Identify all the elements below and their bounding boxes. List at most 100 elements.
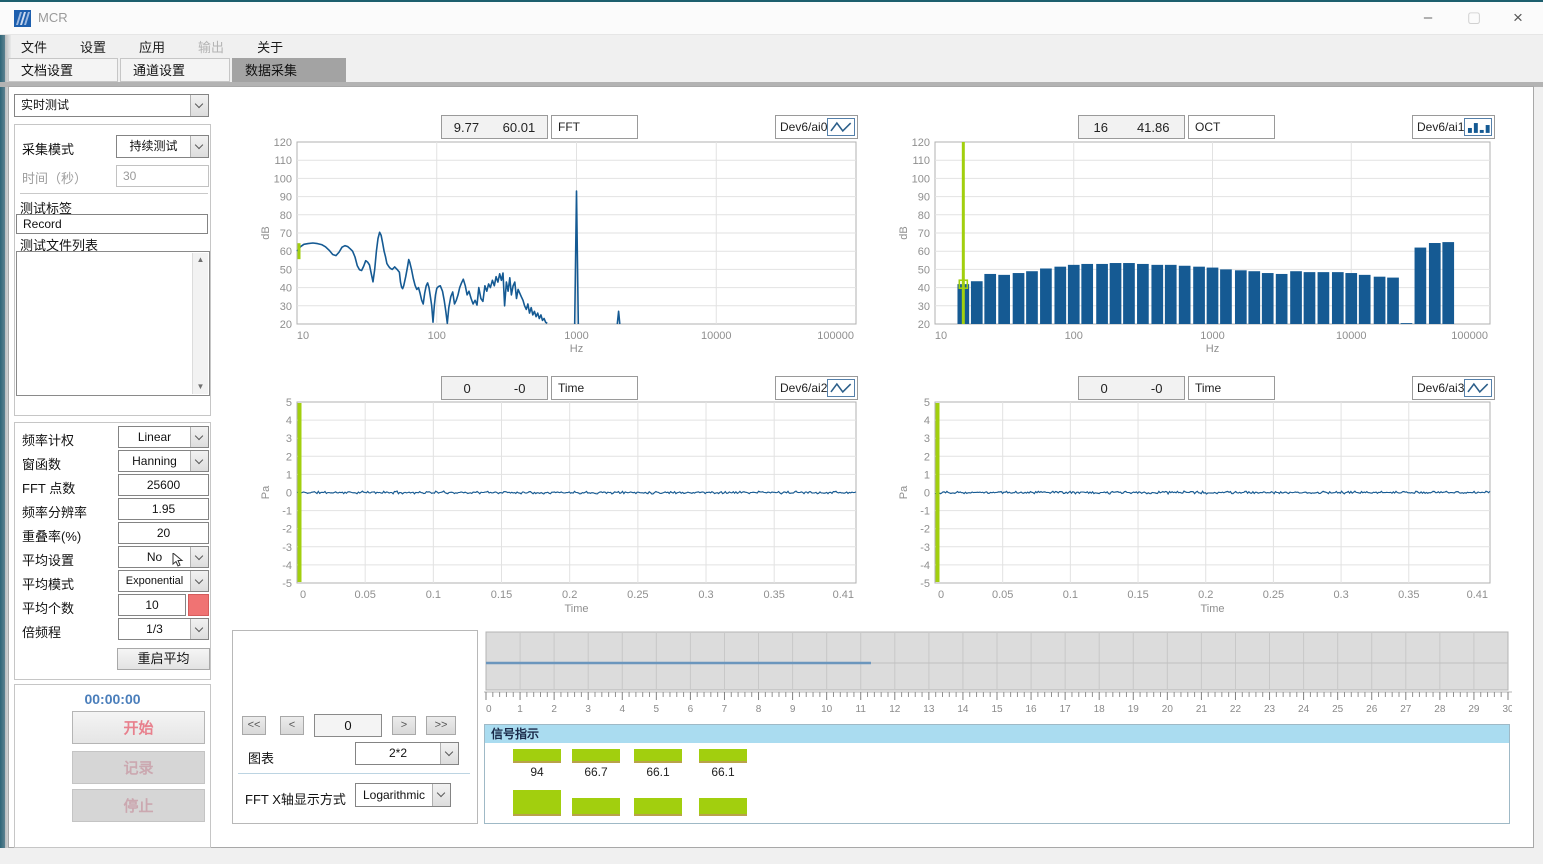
svg-text:10: 10 — [821, 704, 833, 715]
svg-text:9: 9 — [790, 704, 796, 715]
signal-level-bar — [513, 790, 561, 816]
scrollbar[interactable]: ▲ ▼ — [192, 253, 208, 394]
freq-resolution-input[interactable]: 1.95 — [118, 498, 209, 520]
svg-text:3: 3 — [585, 704, 591, 715]
overlap-input[interactable]: 20 — [118, 522, 209, 544]
test-file-list[interactable]: ▲ ▼ — [16, 251, 210, 396]
param-label: 平均个数 — [22, 598, 74, 617]
svg-text:25: 25 — [1332, 704, 1344, 715]
svg-text:14: 14 — [957, 704, 969, 715]
svg-text:11: 11 — [856, 704, 867, 715]
freq-weighting-select[interactable]: Linear — [118, 426, 209, 448]
signal-meter — [513, 749, 561, 763]
fft-axis-label: FFT X轴显示方式 — [245, 789, 346, 808]
param-label: FFT 点数 — [22, 478, 75, 497]
average-mode-select[interactable]: Exponential — [118, 570, 209, 592]
acq-mode-select[interactable]: 持续测试 — [116, 135, 209, 158]
oct-plot[interactable]: 2030405060708090100110120101001000100001… — [872, 98, 1512, 364]
svg-text:16: 16 — [1026, 704, 1038, 715]
svg-text:30: 30 — [1502, 704, 1512, 715]
scroll-down-icon[interactable]: ▼ — [193, 380, 208, 394]
minimize-button[interactable]: – — [1405, 2, 1451, 33]
menu-settings[interactable]: 设置 — [67, 35, 119, 58]
scroll-up-icon[interactable]: ▲ — [193, 253, 208, 267]
window-func-select[interactable]: Hanning — [118, 450, 209, 472]
divider — [20, 193, 208, 194]
mcr-window: MCR – ▢ × 文件 设置 应用 输出 关于 文档设置 通道设置 数据采集 … — [0, 0, 1543, 864]
param-label: 频率分辨率 — [22, 502, 87, 521]
nav-next-button[interactable]: > — [392, 716, 416, 735]
average-setting-select[interactable]: No — [118, 546, 209, 568]
chart-layout-select[interactable]: 2*2 — [355, 742, 459, 765]
svg-text:23: 23 — [1264, 704, 1276, 715]
svg-text:0.05: 0.05 — [354, 589, 375, 601]
chevron-down-icon — [190, 619, 208, 639]
svg-text:50: 50 — [918, 264, 930, 276]
nav-last-button[interactable]: >> — [426, 716, 456, 735]
svg-text:dB: dB — [898, 226, 910, 239]
tab-document-settings[interactable]: 文档设置 — [8, 58, 118, 82]
svg-text:3: 3 — [286, 433, 292, 445]
start-button[interactable]: 开始 — [72, 711, 205, 744]
signal-value: 66.1 — [634, 765, 682, 779]
param-label: 频率计权 — [22, 430, 74, 449]
tab-data-acquisition[interactable]: 数据采集 — [232, 58, 346, 82]
nav-first-button[interactable]: << — [242, 716, 266, 735]
signal-level-bar — [634, 798, 682, 816]
svg-text:70: 70 — [918, 228, 930, 240]
record-timeline[interactable]: 0123456789101112131415161718192021222324… — [484, 630, 1512, 716]
svg-text:0: 0 — [486, 704, 492, 715]
svg-text:18: 18 — [1094, 704, 1106, 715]
octave-select[interactable]: 1/3 — [118, 618, 209, 640]
svg-text:0.2: 0.2 — [562, 589, 577, 601]
fft-axis-select[interactable]: Logarithmic — [355, 783, 451, 807]
svg-text:Hz: Hz — [1206, 343, 1219, 355]
svg-text:0: 0 — [300, 589, 306, 601]
svg-text:0.35: 0.35 — [1398, 589, 1419, 601]
average-count-input[interactable]: 10 — [118, 594, 186, 616]
svg-text:0.41: 0.41 — [833, 589, 854, 601]
svg-text:120: 120 — [912, 137, 930, 149]
close-button[interactable]: × — [1495, 2, 1541, 33]
signal-level-bar — [699, 798, 747, 816]
param-label: 重叠率(%) — [22, 526, 81, 545]
svg-text:4: 4 — [619, 704, 625, 715]
oct-chart: 16 41.86 OCT Dev6/ai1 203040506070809010… — [872, 98, 1512, 364]
menu-about[interactable]: 关于 — [244, 35, 296, 58]
fft-plot[interactable]: 2030405060708090100110120101001000100001… — [230, 98, 870, 364]
svg-text:-5: -5 — [920, 578, 930, 590]
svg-text:100: 100 — [274, 173, 292, 185]
maximize-button[interactable]: ▢ — [1451, 2, 1497, 33]
title-bar[interactable]: MCR – ▢ × — [0, 2, 1543, 35]
svg-text:12: 12 — [889, 704, 901, 715]
fft-points-input[interactable]: 25600 — [118, 474, 209, 496]
test-mode-select[interactable]: 实时测试 — [14, 94, 209, 117]
test-label-input[interactable]: Record — [16, 214, 208, 234]
chevron-down-icon — [432, 784, 450, 806]
svg-text:0.3: 0.3 — [1333, 589, 1348, 601]
time-plot-ai3[interactable]: -5-4-3-2-101234500.050.10.150.20.250.30.… — [872, 372, 1512, 624]
time-plot-ai2[interactable]: -5-4-3-2-101234500.050.10.150.20.250.30.… — [230, 372, 870, 624]
svg-text:0.15: 0.15 — [491, 589, 512, 601]
svg-text:26: 26 — [1366, 704, 1378, 715]
signal-panel-title: 信号指示 — [485, 725, 1509, 743]
nav-prev-button[interactable]: < — [280, 716, 304, 735]
menu-bar: 文件 设置 应用 输出 关于 — [8, 35, 1543, 58]
restart-average-button[interactable]: 重启平均 — [117, 648, 210, 670]
svg-text:-1: -1 — [282, 506, 292, 518]
svg-text:5: 5 — [924, 397, 930, 409]
signal-value: 94 — [513, 765, 561, 779]
svg-text:1000: 1000 — [1200, 330, 1224, 342]
svg-text:-1: -1 — [920, 506, 930, 518]
nav-index-input[interactable]: 0 — [314, 714, 382, 737]
signal-panel: 信号指示 94 66.7 66.1 66.1 — [484, 724, 1510, 824]
chevron-down-icon — [190, 547, 208, 567]
svg-text:5: 5 — [286, 397, 292, 409]
menu-file[interactable]: 文件 — [8, 35, 60, 58]
run-group: 00:00:00 开始 记录 停止 — [14, 684, 211, 848]
tab-channel-settings[interactable]: 通道设置 — [120, 58, 230, 82]
signal-value: 66.7 — [572, 765, 620, 779]
menu-apply[interactable]: 应用 — [126, 35, 178, 58]
svg-text:70: 70 — [280, 228, 292, 240]
svg-text:4: 4 — [286, 415, 292, 427]
